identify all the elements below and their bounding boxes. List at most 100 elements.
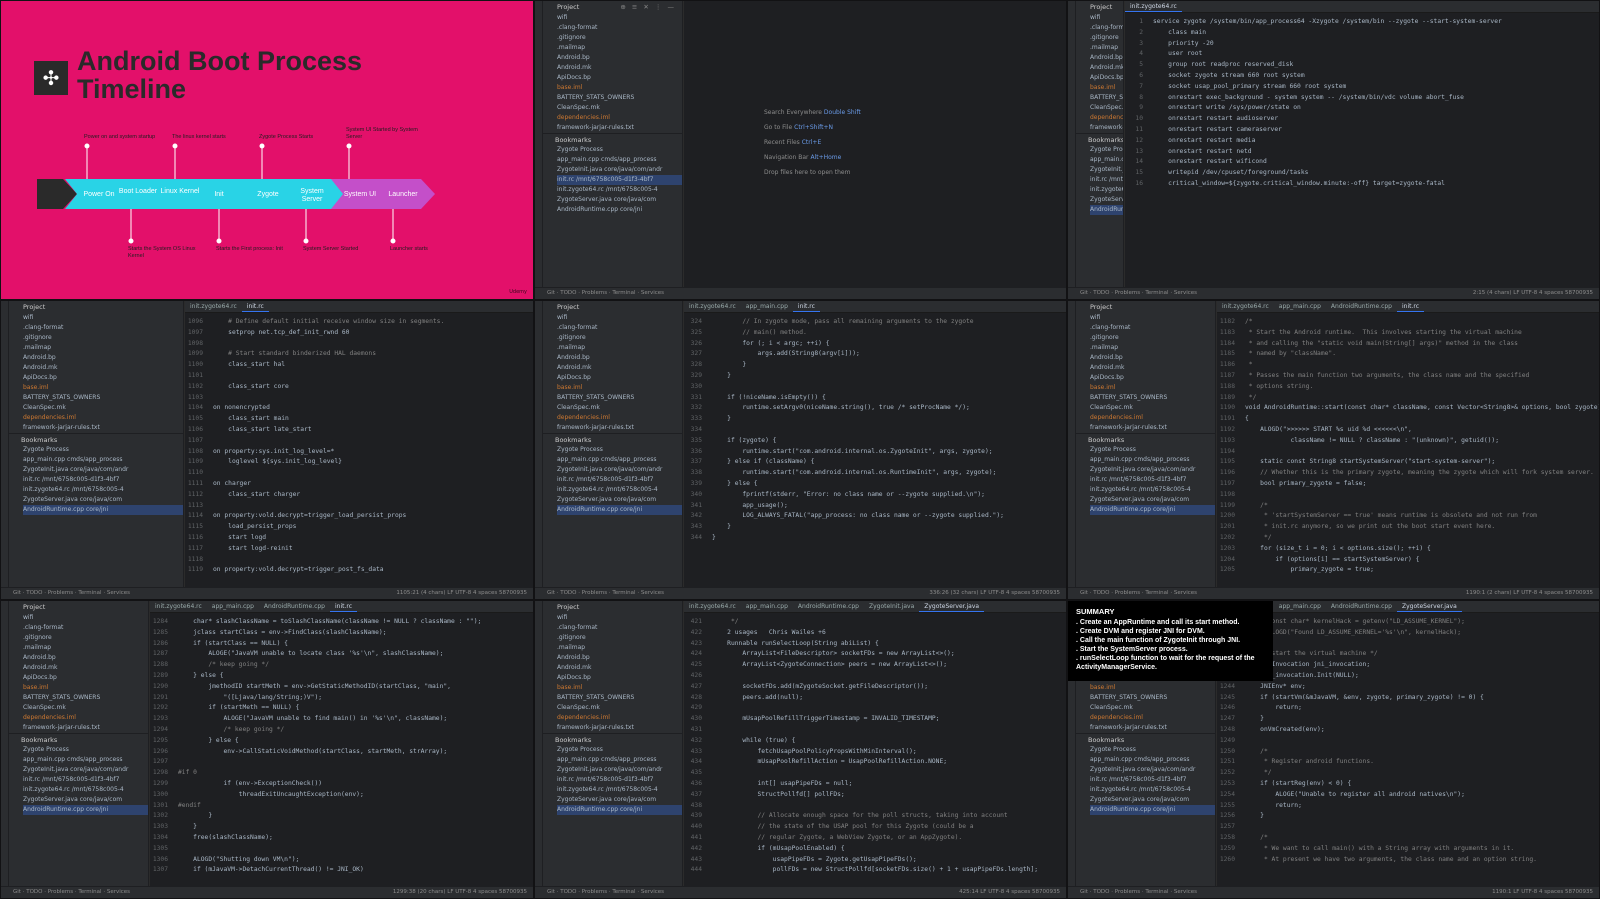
tree-item[interactable]: .gitignore: [1090, 333, 1215, 343]
editor-tab[interactable]: app_main.cpp: [741, 601, 793, 612]
editor-tab[interactable]: app_main.cpp: [741, 301, 793, 312]
bookmark-item[interactable]: ZygoteInit.java core/java/com/andr: [23, 765, 148, 775]
status-services[interactable]: Services: [641, 290, 664, 296]
bookmark-item[interactable]: init.rc /mnt/6758c005-d1f3-4bf7: [557, 175, 682, 185]
status-tab[interactable]: Terminal: [1145, 889, 1168, 895]
tree-item[interactable]: dependencies.iml: [557, 713, 682, 723]
bookmarks-header[interactable]: Bookmarks: [543, 433, 682, 445]
bookmark-item[interactable]: ZygoteServer.java core/java/com: [557, 795, 682, 805]
tree-item[interactable]: base.iml: [23, 683, 148, 693]
bookmark-item[interactable]: init.rc /mnt/6758c005-d1f3-4bf7: [23, 475, 183, 485]
tree-item[interactable]: Android.mk: [557, 663, 682, 673]
status-tab[interactable]: Problems: [1115, 590, 1140, 596]
tree-item[interactable]: Android.mk: [1090, 363, 1215, 373]
tree-item[interactable]: ApiDocs.bp: [557, 673, 682, 683]
tree-item[interactable]: .mailmap: [23, 343, 183, 353]
tree-item[interactable]: dependencies.iml: [1090, 713, 1215, 723]
tree-item[interactable]: .clang-format: [1090, 23, 1123, 33]
status-tab[interactable]: Services: [1174, 290, 1197, 296]
tree-item[interactable]: ApiDocs.bp: [557, 373, 682, 383]
tree-item[interactable]: base.iml: [23, 383, 183, 393]
bookmark-item[interactable]: init.rc /mnt/6758c005-d1f3-4bf7: [557, 475, 682, 485]
bookmark-item[interactable]: AndroidRuntime.cpp core/jni: [1090, 205, 1123, 215]
tree-item[interactable]: CleanSpec.mk: [23, 703, 148, 713]
editor-tab[interactable]: init.zygote64.rc: [684, 301, 741, 312]
bookmark-item[interactable]: init.zygote64.rc /mnt/6758c005-4: [557, 785, 682, 795]
status-tab[interactable]: Services: [1174, 889, 1197, 895]
status-tab[interactable]: Terminal: [78, 590, 101, 596]
bookmark-item[interactable]: ZygoteServer.java core/java/com: [23, 495, 183, 505]
editor-tab[interactable]: ZygoteServer.java: [919, 601, 985, 612]
bookmark-item[interactable]: init.rc /mnt/6758c005-d1f3-4bf7: [1090, 775, 1215, 785]
tree-item[interactable]: .clang-format: [557, 23, 682, 33]
project-label[interactable]: Project: [557, 3, 579, 11]
status-tab[interactable]: Problems: [1115, 889, 1140, 895]
tree-item[interactable]: ApiDocs.bp: [1090, 73, 1123, 83]
bookmark-item[interactable]: app_main.cpp cmds/app_process: [1090, 455, 1215, 465]
tree-item[interactable]: CleanSpec.mk: [557, 103, 682, 113]
tree-item[interactable]: wifi: [557, 613, 682, 623]
status-tab[interactable]: Terminal: [612, 889, 635, 895]
status-tab[interactable]: Git: [13, 590, 21, 596]
tree-item[interactable]: .mailmap: [1090, 43, 1123, 53]
tree-item[interactable]: .gitignore: [23, 333, 183, 343]
bookmarks-header[interactable]: Bookmarks: [9, 433, 183, 445]
tree-item[interactable]: framework-jarjar-rules.txt: [1090, 423, 1215, 433]
editor-tab[interactable]: AndroidRuntime.cpp: [1326, 301, 1397, 312]
tree-item[interactable]: ApiDocs.bp: [557, 73, 682, 83]
bookmark-group[interactable]: Zygote Process: [557, 445, 682, 455]
bookmark-group[interactable]: Zygote Process: [557, 745, 682, 755]
tree-item[interactable]: BATTERY_STATS_OWNERS: [557, 93, 682, 103]
tool-strip[interactable]: [1, 601, 9, 886]
bookmark-item[interactable]: ZygoteServer.java core/java/com: [1090, 195, 1123, 205]
tree-item[interactable]: .gitignore: [557, 33, 682, 43]
bookmarks-header[interactable]: Bookmarks: [9, 733, 148, 745]
editor-tab[interactable]: init.rc: [792, 301, 820, 312]
bookmark-item[interactable]: ZygoteInit.java core/java/com/andr: [557, 765, 682, 775]
bookmark-item[interactable]: app_main.cpp cmds/app_process: [23, 455, 183, 465]
bookmark-item[interactable]: init.rc /mnt/6758c005-d1f3-4bf7: [557, 775, 682, 785]
status-git[interactable]: Git: [547, 290, 555, 296]
status-terminal[interactable]: Terminal: [612, 290, 635, 296]
tree-item[interactable]: .clang-format: [23, 323, 183, 333]
tree-item[interactable]: Android.bp: [23, 353, 183, 363]
tree-item[interactable]: Android.bp: [1090, 353, 1215, 363]
status-tab[interactable]: Terminal: [1145, 290, 1168, 296]
tree-item[interactable]: base.iml: [557, 383, 682, 393]
bookmark-item[interactable]: AndroidRuntime.cpp core/jni: [23, 805, 148, 815]
editor-tab[interactable]: init.zygote64.rc: [150, 601, 207, 612]
tree-item[interactable]: Android.bp: [557, 353, 682, 363]
editor-tab[interactable]: AndroidRuntime.cpp: [259, 601, 330, 612]
tree-item[interactable]: BATTERY_STATS_OWNERS: [1090, 693, 1215, 703]
bookmark-group[interactable]: Zygote Process: [1090, 445, 1215, 455]
panel-tools-icon[interactable]: ⊕ ≡ ✕ ⋮ —: [620, 3, 682, 11]
tree-item[interactable]: BATTERY_STATS_OWNERS: [557, 393, 682, 403]
bookmarks-header[interactable]: Bookmarks: [543, 733, 682, 745]
tree-item[interactable]: framework-jarjar-rules.txt: [1090, 723, 1215, 733]
tree-item[interactable]: .mailmap: [557, 43, 682, 53]
bookmarks-header[interactable]: Bookmarks: [543, 133, 682, 145]
bookmark-item[interactable]: AndroidRuntime.cpp core/jni: [557, 205, 682, 215]
editor-tab[interactable]: app_main.cpp: [207, 601, 259, 612]
bookmark-group[interactable]: Zygote Process: [1090, 745, 1215, 755]
tree-item[interactable]: BATTERY_STATS_OWNERS: [23, 393, 183, 403]
bookmark-item[interactable]: ZygoteServer.java core/java/com: [557, 195, 682, 205]
tree-item[interactable]: framework-jarjar-rules.txt: [1090, 123, 1123, 133]
status-tab[interactable]: TODO: [1093, 889, 1109, 895]
tree-item[interactable]: Android.bp: [557, 653, 682, 663]
tool-strip[interactable]: [1, 301, 9, 587]
code-editor[interactable]: init.zygote64.rcapp_main.cppAndroidRunti…: [684, 601, 1066, 886]
project-label[interactable]: Project: [23, 603, 45, 611]
code-editor[interactable]: init.zygote64.rc init.rc 1096 # Define def…: [185, 301, 533, 587]
tree-item[interactable]: base.iml: [1090, 83, 1123, 93]
project-label[interactable]: Project: [557, 603, 579, 611]
status-todo[interactable]: TODO: [560, 290, 576, 296]
tree-item[interactable]: wifi: [557, 313, 682, 323]
status-tab[interactable]: Problems: [582, 889, 607, 895]
bookmark-item[interactable]: ZygoteServer.java core/java/com: [23, 795, 148, 805]
tool-strip[interactable]: [535, 1, 543, 287]
status-problems[interactable]: Problems: [582, 290, 607, 296]
tree-item[interactable]: ApiDocs.bp: [23, 673, 148, 683]
tree-item[interactable]: .clang-format: [557, 323, 682, 333]
tree-item[interactable]: dependencies.iml: [557, 113, 682, 123]
